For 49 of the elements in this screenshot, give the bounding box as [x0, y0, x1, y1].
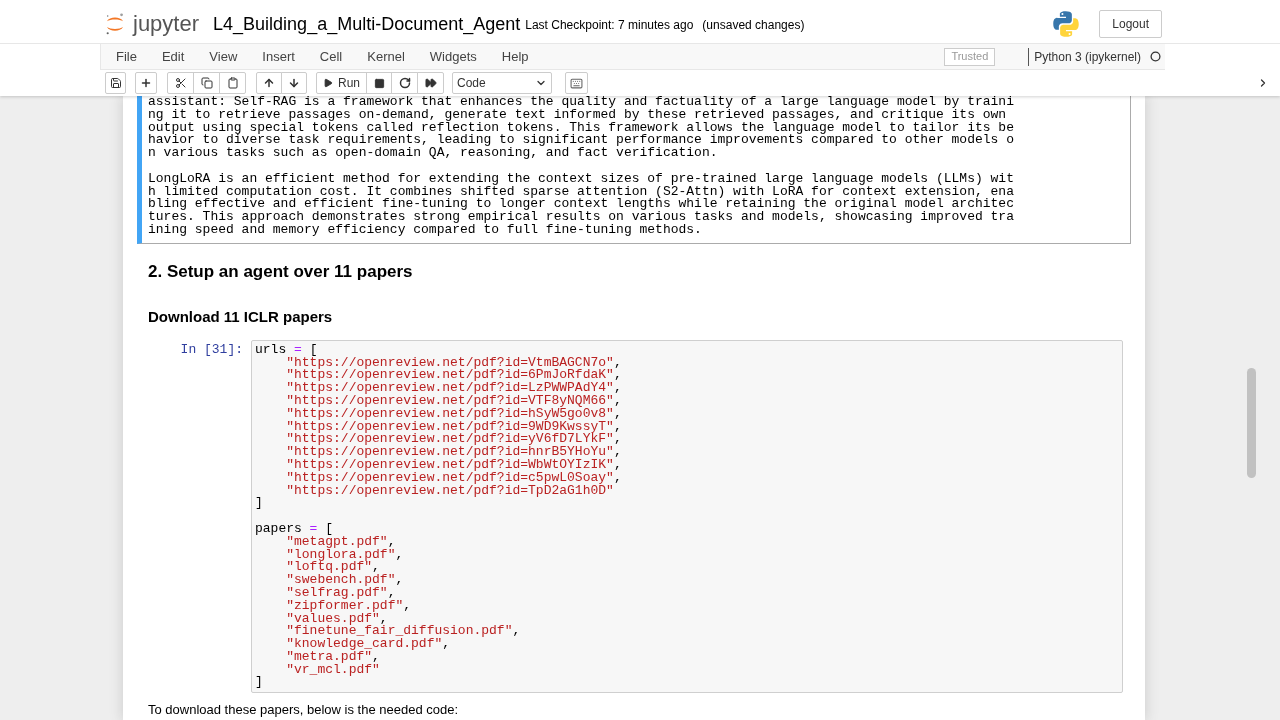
arrow-down-icon: [288, 77, 300, 89]
input-prompt: In [31]:: [180, 343, 243, 357]
scissors-icon: [174, 77, 187, 89]
stop-button[interactable]: [366, 72, 392, 94]
notebook-title[interactable]: L4_Building_a_Multi-Document_Agent: [213, 12, 521, 35]
run-button[interactable]: Run: [316, 72, 367, 94]
menu-item[interactable]: Widgets: [417, 48, 489, 65]
arrow-up-icon: [263, 77, 275, 89]
run-all-button[interactable]: [417, 72, 444, 94]
menu-item[interactable]: Cell: [307, 48, 355, 65]
menu-item[interactable]: Help: [489, 48, 541, 65]
menu-item[interactable]: Insert: [250, 48, 307, 65]
move-up-button[interactable]: [256, 72, 282, 94]
kernel-name: Python 3 (ipykernel): [1034, 48, 1141, 65]
logout-button[interactable]: Logout: [1099, 9, 1162, 38]
clipboard-icon: [226, 77, 239, 89]
paragraph-text: To download these papers, below is the needed code:: [148, 703, 459, 718]
play-icon: [323, 78, 333, 88]
stop-icon: [373, 77, 385, 89]
paste-button[interactable]: [219, 72, 246, 94]
save-button[interactable]: [105, 72, 126, 94]
fast-forward-icon: [424, 77, 437, 89]
save-icon: [109, 77, 122, 89]
jupyter-logo-icon: [105, 11, 125, 36]
restart-icon: [398, 77, 411, 89]
checkpoint-status: Last Checkpoint: 7 minutes ago: [525, 18, 694, 32]
cell-type-select[interactable]: Code: [452, 72, 552, 94]
move-down-button[interactable]: [281, 72, 307, 94]
menu-item[interactable]: File: [104, 48, 149, 65]
restart-button[interactable]: [391, 72, 418, 94]
menu-item[interactable]: Kernel: [355, 48, 417, 65]
keyboard-shortcuts-button[interactable]: [565, 72, 588, 94]
insert-cell-button[interactable]: [135, 72, 157, 94]
menu-item[interactable]: View: [197, 48, 250, 65]
copy-icon: [200, 77, 213, 89]
notebook-cell[interactable]: [137, 96, 1131, 244]
autosave-status: (unsaved changes): [702, 18, 805, 32]
section-heading: 2. Setup an agent over 11 papers: [148, 261, 413, 282]
output-text: LongLoRA is an efficient method for extending the context sizes of pre-trained large language models (LLMs) with limited computation cost. It combines shifted sparse attention (S2-Attn) with LoRA for context extension, enabling effective and efficient fine-tuning to longer context lengths while retaining the original model architectures. This approach demonstrates strong empirical results on various tasks and models, showcasing improved training speed and memory efficiency compared to full fine-tuning methods.: [148, 172, 1015, 237]
output-text: assistant: Self-RAG is a framework that enhances the quality and factuality of a large language model by training it to retrieve passages on-demand, generate text informed by these retrieved passages, and critique its own output using special tokens called reflection tokens. This framework allows the language model to tailor its behavior to diverse task requirements, leading to significant performance improvements compared to other models on various tasks such as open-domain QA, reasoning, and fact verification.: [148, 96, 1015, 160]
keyboard-icon: [570, 76, 583, 90]
subsection-heading: Download 11 ICLR papers: [148, 307, 333, 326]
logo-text: jupyter: [133, 10, 200, 37]
code-input[interactable]: urls = [ "https://openreview.net/pdf?id=VtmBAGCN7o", "https://openreview.net/pdf?id=6PmJoRfdaK", "https://openreview.net/pdf?id=LzPWWPAdY4", "https://openreview.net/pdf?id=VTF8yNQM66", "https://openreview.net/pdf?id=hSyW5go0v8", "https://openreview.net/pdf?id=9WD9KwssyT", "https://openreview.net/pdf?id=yV6fD7LYkF", "https://openreview.net/pdf?id=hnrB5YHoYu", "https://openreview.net/pdf?id=WbWtOYIzIK", "https://openreview.net/pdf?id=c5pwL0Soay", "https://openreview.net/pdf?id=TpD2aG1h0D" ] papers = [ "metagpt.pdf", "longlora.pdf", "loftq.pdf", "swebench.pdf", "selfrag.pdf", "zipformer.pdf", "values.pdf", "finetune_fair_diffusion.pdf", "knowledge_card.pdf", "metra.pdf", "vr_mcl.pdf" ]: [251, 339, 1123, 694]
cut-button[interactable]: [167, 72, 194, 94]
menu-item[interactable]: Edit: [149, 48, 197, 65]
python-logo-icon: [1053, 10, 1080, 37]
scrollbar-thumb[interactable]: [1247, 368, 1256, 478]
plus-icon: [140, 77, 152, 89]
